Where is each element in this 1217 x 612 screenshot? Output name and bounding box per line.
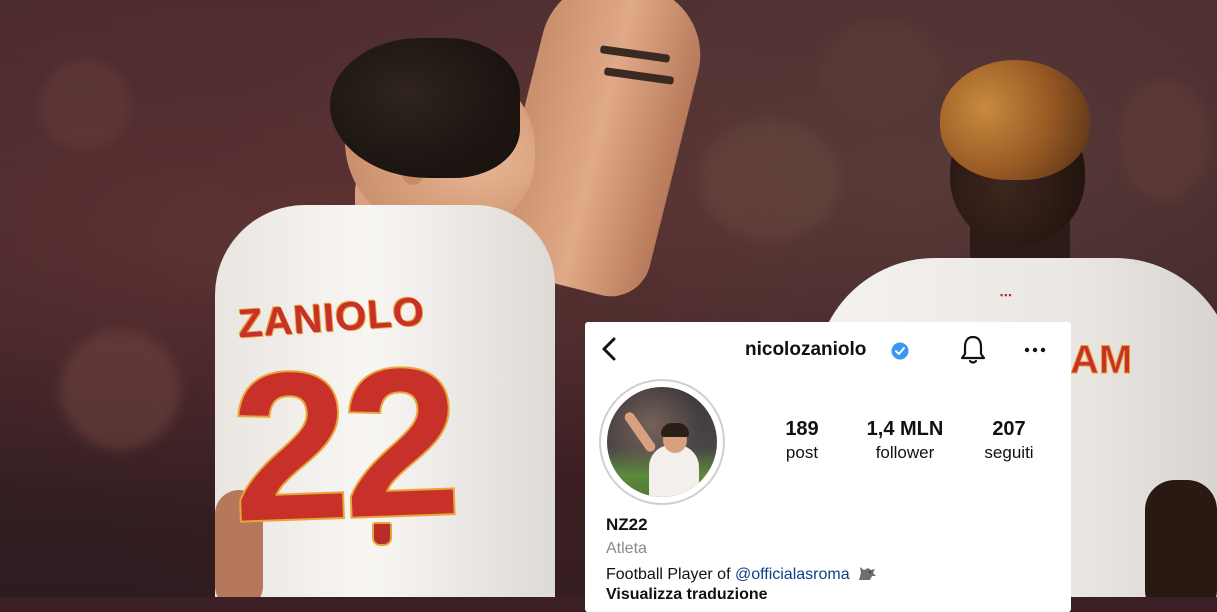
stat-followers-label: follower (875, 443, 935, 462)
stat-followers[interactable]: 1,4 MLN follower (857, 418, 953, 463)
right-player-arm (1145, 480, 1217, 597)
crowd-blur (820, 20, 940, 120)
avatar-player-arm (622, 410, 658, 454)
translate-link[interactable]: Visualizza traduzione (606, 586, 768, 604)
left-player-jersey-number: 22 (226, 321, 460, 568)
club-crest-icon (372, 522, 392, 546)
right-player-hair (940, 60, 1090, 180)
wolf-icon (859, 567, 877, 580)
instagram-profile-card: nicolozaniolo 189 post 1,4 MLN follower … (585, 322, 1071, 612)
bio-category: Atleta (606, 540, 647, 557)
verified-icon (891, 342, 909, 360)
bio-name: NZ22 (606, 515, 648, 534)
right-player-jersey-name: AM (1069, 338, 1133, 383)
right-player-shirt-logo: ▪▪▪ (1000, 290, 1013, 300)
profile-header: nicolozaniolo (585, 322, 1071, 378)
bio-text-prefix: Football Player of (606, 566, 735, 583)
crowd-blur (40, 60, 130, 150)
stat-posts-value: 189 (785, 418, 819, 440)
stat-posts[interactable]: 189 post (777, 418, 827, 463)
stat-posts-label: post (785, 443, 819, 462)
bio-text: Football Player of @officialasroma (606, 564, 878, 584)
stat-following-label: seguiti (984, 443, 1034, 462)
stat-following-value: 207 (992, 418, 1026, 440)
profile-username: nicolozaniolo (745, 339, 867, 360)
more-icon[interactable] (1023, 338, 1047, 362)
crowd-blur (1120, 80, 1210, 200)
avatar[interactable] (607, 387, 717, 497)
stat-followers-value: 1,4 MLN (866, 418, 944, 440)
bio-mention-link[interactable]: @officialasroma (735, 566, 850, 583)
bell-icon[interactable] (959, 334, 987, 366)
crowd-blur (700, 120, 840, 240)
back-icon[interactable] (597, 336, 623, 362)
stat-following[interactable]: 207 seguiti (977, 418, 1041, 463)
crowd-blur (60, 330, 180, 450)
avatar-player-hair (661, 423, 689, 437)
